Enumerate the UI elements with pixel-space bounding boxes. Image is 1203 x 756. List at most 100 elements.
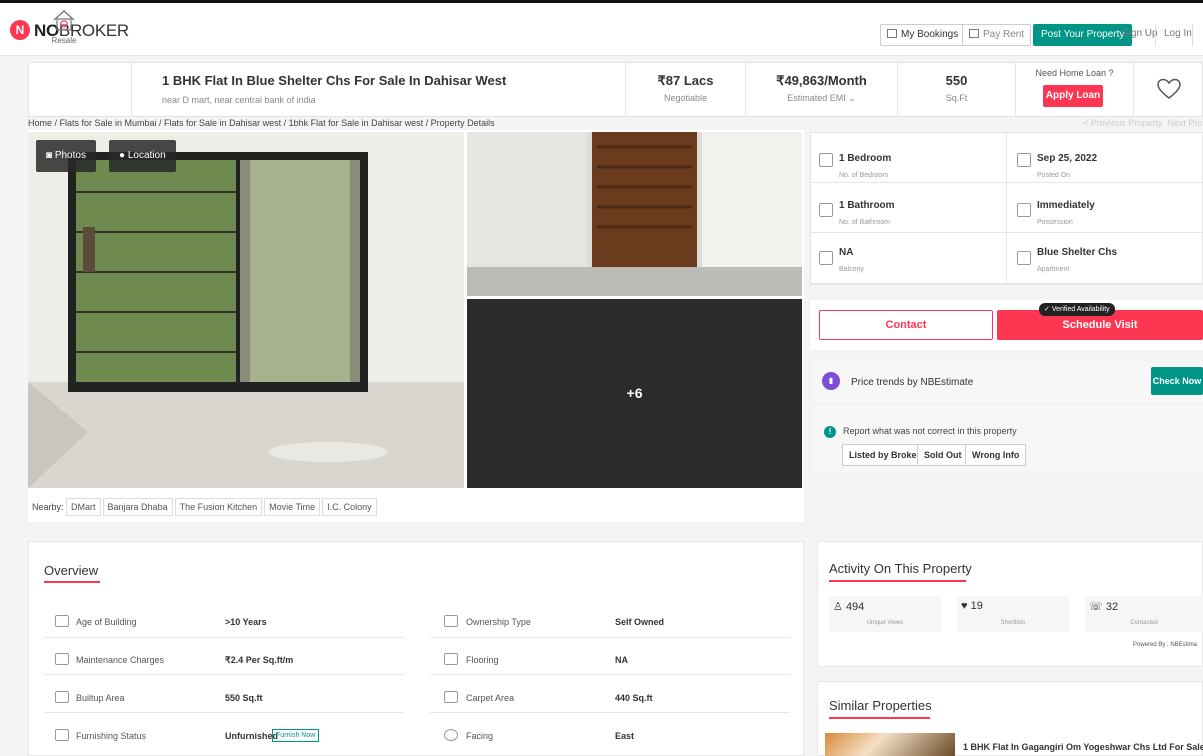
report-listed-by-broker-button[interactable]: Listed by Broker — [842, 444, 928, 466]
heart-icon: ♥ — [961, 600, 968, 612]
price-negotiable: Negotiable — [663, 93, 708, 103]
maintenance-icon — [55, 653, 69, 665]
activity-title: Activity On This Property — [829, 561, 972, 576]
overview-label: Carpet Area — [466, 693, 515, 703]
photos-button[interactable]: ◙ Photos — [36, 140, 96, 172]
card-icon — [969, 29, 979, 38]
title-underline — [44, 581, 100, 583]
building-icon — [1017, 251, 1031, 265]
building-age-icon — [55, 615, 69, 627]
check-now-button[interactable]: Check Now — [1151, 367, 1203, 395]
overview-value: Unfurnished — [225, 731, 278, 741]
emi-value: ₹49,863/Month — [776, 73, 867, 88]
main-photo[interactable] — [28, 132, 464, 488]
strip-divider — [625, 63, 626, 116]
overview-title: Overview — [44, 563, 99, 578]
price-value: ₹87 Lacs — [657, 73, 714, 88]
compass-icon — [444, 729, 458, 741]
property-address: near D mart, near central bank of india — [162, 95, 316, 105]
alert-icon: ! — [824, 426, 836, 438]
overview-value: East — [615, 731, 635, 741]
resale-cell — [29, 63, 132, 116]
report-text: Report what was not correct in this prop… — [843, 426, 1017, 436]
title-underline — [829, 717, 930, 719]
next-property-link[interactable]: Next Proper — [1167, 118, 1203, 128]
contact-button[interactable]: Contact — [819, 310, 993, 340]
shortlists-label: Shortlists — [1000, 620, 1026, 626]
overview-label: Maintenance Charges — [76, 655, 165, 665]
door-photo — [467, 132, 802, 296]
detail-label: No. of Bedroom — [839, 172, 889, 179]
contacted-label: Contacted — [1130, 620, 1158, 626]
carpet-area-icon — [444, 691, 458, 703]
previous-property-link[interactable]: < Previous Property — [1083, 118, 1162, 128]
shortlists-count-row: ♥ 19 — [961, 600, 983, 612]
compass-icon: ● — [119, 150, 126, 161]
furnish-now-button[interactable]: Furnish Now — [272, 729, 320, 742]
calendar-icon — [1017, 153, 1031, 167]
verified-availability-badge: ✓ Verified Availability — [1039, 303, 1115, 316]
check-circle-icon: ✓ — [1044, 306, 1050, 313]
detail-value: Blue Shelter Chs — [1037, 247, 1118, 258]
report-sold-out-button[interactable]: Sold Out — [917, 444, 969, 466]
views-count: 494 — [845, 601, 865, 613]
nearby-chip[interactable]: DMart — [66, 498, 101, 516]
views-count-row: ♙ 494 — [833, 600, 864, 613]
overview-label: Flooring — [466, 655, 499, 665]
detail-label: No. of Bathroom — [839, 219, 890, 226]
detail-balcony: NA Balcony — [811, 233, 1007, 284]
overview-label: Age of Building — [76, 617, 137, 627]
area-unit: Sq.Ft — [945, 93, 968, 103]
price-trend-text: Price trends by NBEstimate — [851, 377, 974, 388]
sign-up-link[interactable]: Sign Up — [1122, 28, 1158, 39]
strip-divider — [897, 63, 898, 116]
camera-icon: ◙ — [46, 150, 53, 161]
overview-label: Builtup Area — [76, 693, 125, 703]
overview-label: Ownership Type — [466, 617, 531, 627]
more-photos-tile[interactable]: +6 — [467, 299, 802, 488]
nearby-chip[interactable]: The Fusion Kitchen — [174, 498, 263, 516]
strip-divider — [745, 63, 746, 116]
pay-rent-button[interactable]: Pay Rent — [962, 24, 1032, 46]
bookings-icon — [887, 29, 897, 38]
bath-icon — [819, 203, 833, 217]
my-bookings-button[interactable]: My Bookings — [880, 24, 966, 46]
overview-value: ₹2.4 Per Sq.ft/m — [225, 655, 294, 665]
home-loan-question: Need Home Loan ? — [1035, 68, 1114, 78]
shortlists-stat: ♥ 19 Shortlists — [957, 596, 1069, 632]
detail-value: 1 Bathroom — [839, 200, 895, 211]
nobroker-logo-icon[interactable]: N — [10, 20, 30, 40]
property-pager[interactable]: < Previous Property Next Proper — [1083, 118, 1203, 128]
overview-label: Facing — [466, 731, 494, 741]
post-property-button[interactable]: Post Your Property — [1033, 24, 1133, 46]
area-value: 550 — [945, 73, 968, 88]
detail-bedroom: 1 Bedroom No. of Bedroom — [811, 133, 1007, 183]
key-icon — [1017, 203, 1031, 217]
detail-value: Immediately — [1037, 200, 1095, 211]
apply-loan-button[interactable]: Apply Loan — [1043, 85, 1103, 107]
nearby-chip[interactable]: I.C. Colony — [322, 498, 377, 516]
detail-bathroom: 1 Bathroom No. of Bathroom — [811, 183, 1007, 233]
room-photo — [28, 132, 464, 488]
nearby-chip[interactable]: Movie Time — [264, 498, 321, 516]
shortlists-count: 19 — [970, 600, 983, 612]
nearby-chip[interactable]: Banjara Dhaba — [102, 498, 173, 516]
location-button[interactable]: ● Location — [109, 140, 176, 172]
powered-by-label: Powered By : NBEstima — [1133, 642, 1198, 648]
detail-label: Posted On — [1037, 172, 1071, 179]
breadcrumb[interactable]: Home / Flats for Sale in Mumbai / Flats … — [28, 118, 495, 128]
person-icon: ♙ — [833, 601, 843, 613]
bed-icon — [819, 153, 833, 167]
similar-property-thumbnail[interactable] — [825, 733, 955, 756]
overview-value: 550 Sq.ft — [225, 693, 263, 703]
shortlist-heart-icon[interactable] — [1157, 78, 1181, 100]
emi-dropdown[interactable]: Estimated EMI ⌄ — [746, 93, 897, 104]
similar-property-title[interactable]: 1 BHK Flat In Gagangiri Om Yogeshwar Chs… — [963, 742, 1203, 752]
log-in-link[interactable]: Log In — [1164, 28, 1192, 39]
furnishing-icon — [55, 729, 69, 741]
nav-divider — [1192, 24, 1193, 46]
contacted-stat: ☏ 32 Contacted — [1085, 596, 1203, 632]
secondary-photo[interactable] — [467, 132, 802, 296]
report-wrong-info-button[interactable]: Wrong Info — [965, 444, 1027, 466]
overview-value: 440 Sq.ft — [615, 693, 653, 703]
